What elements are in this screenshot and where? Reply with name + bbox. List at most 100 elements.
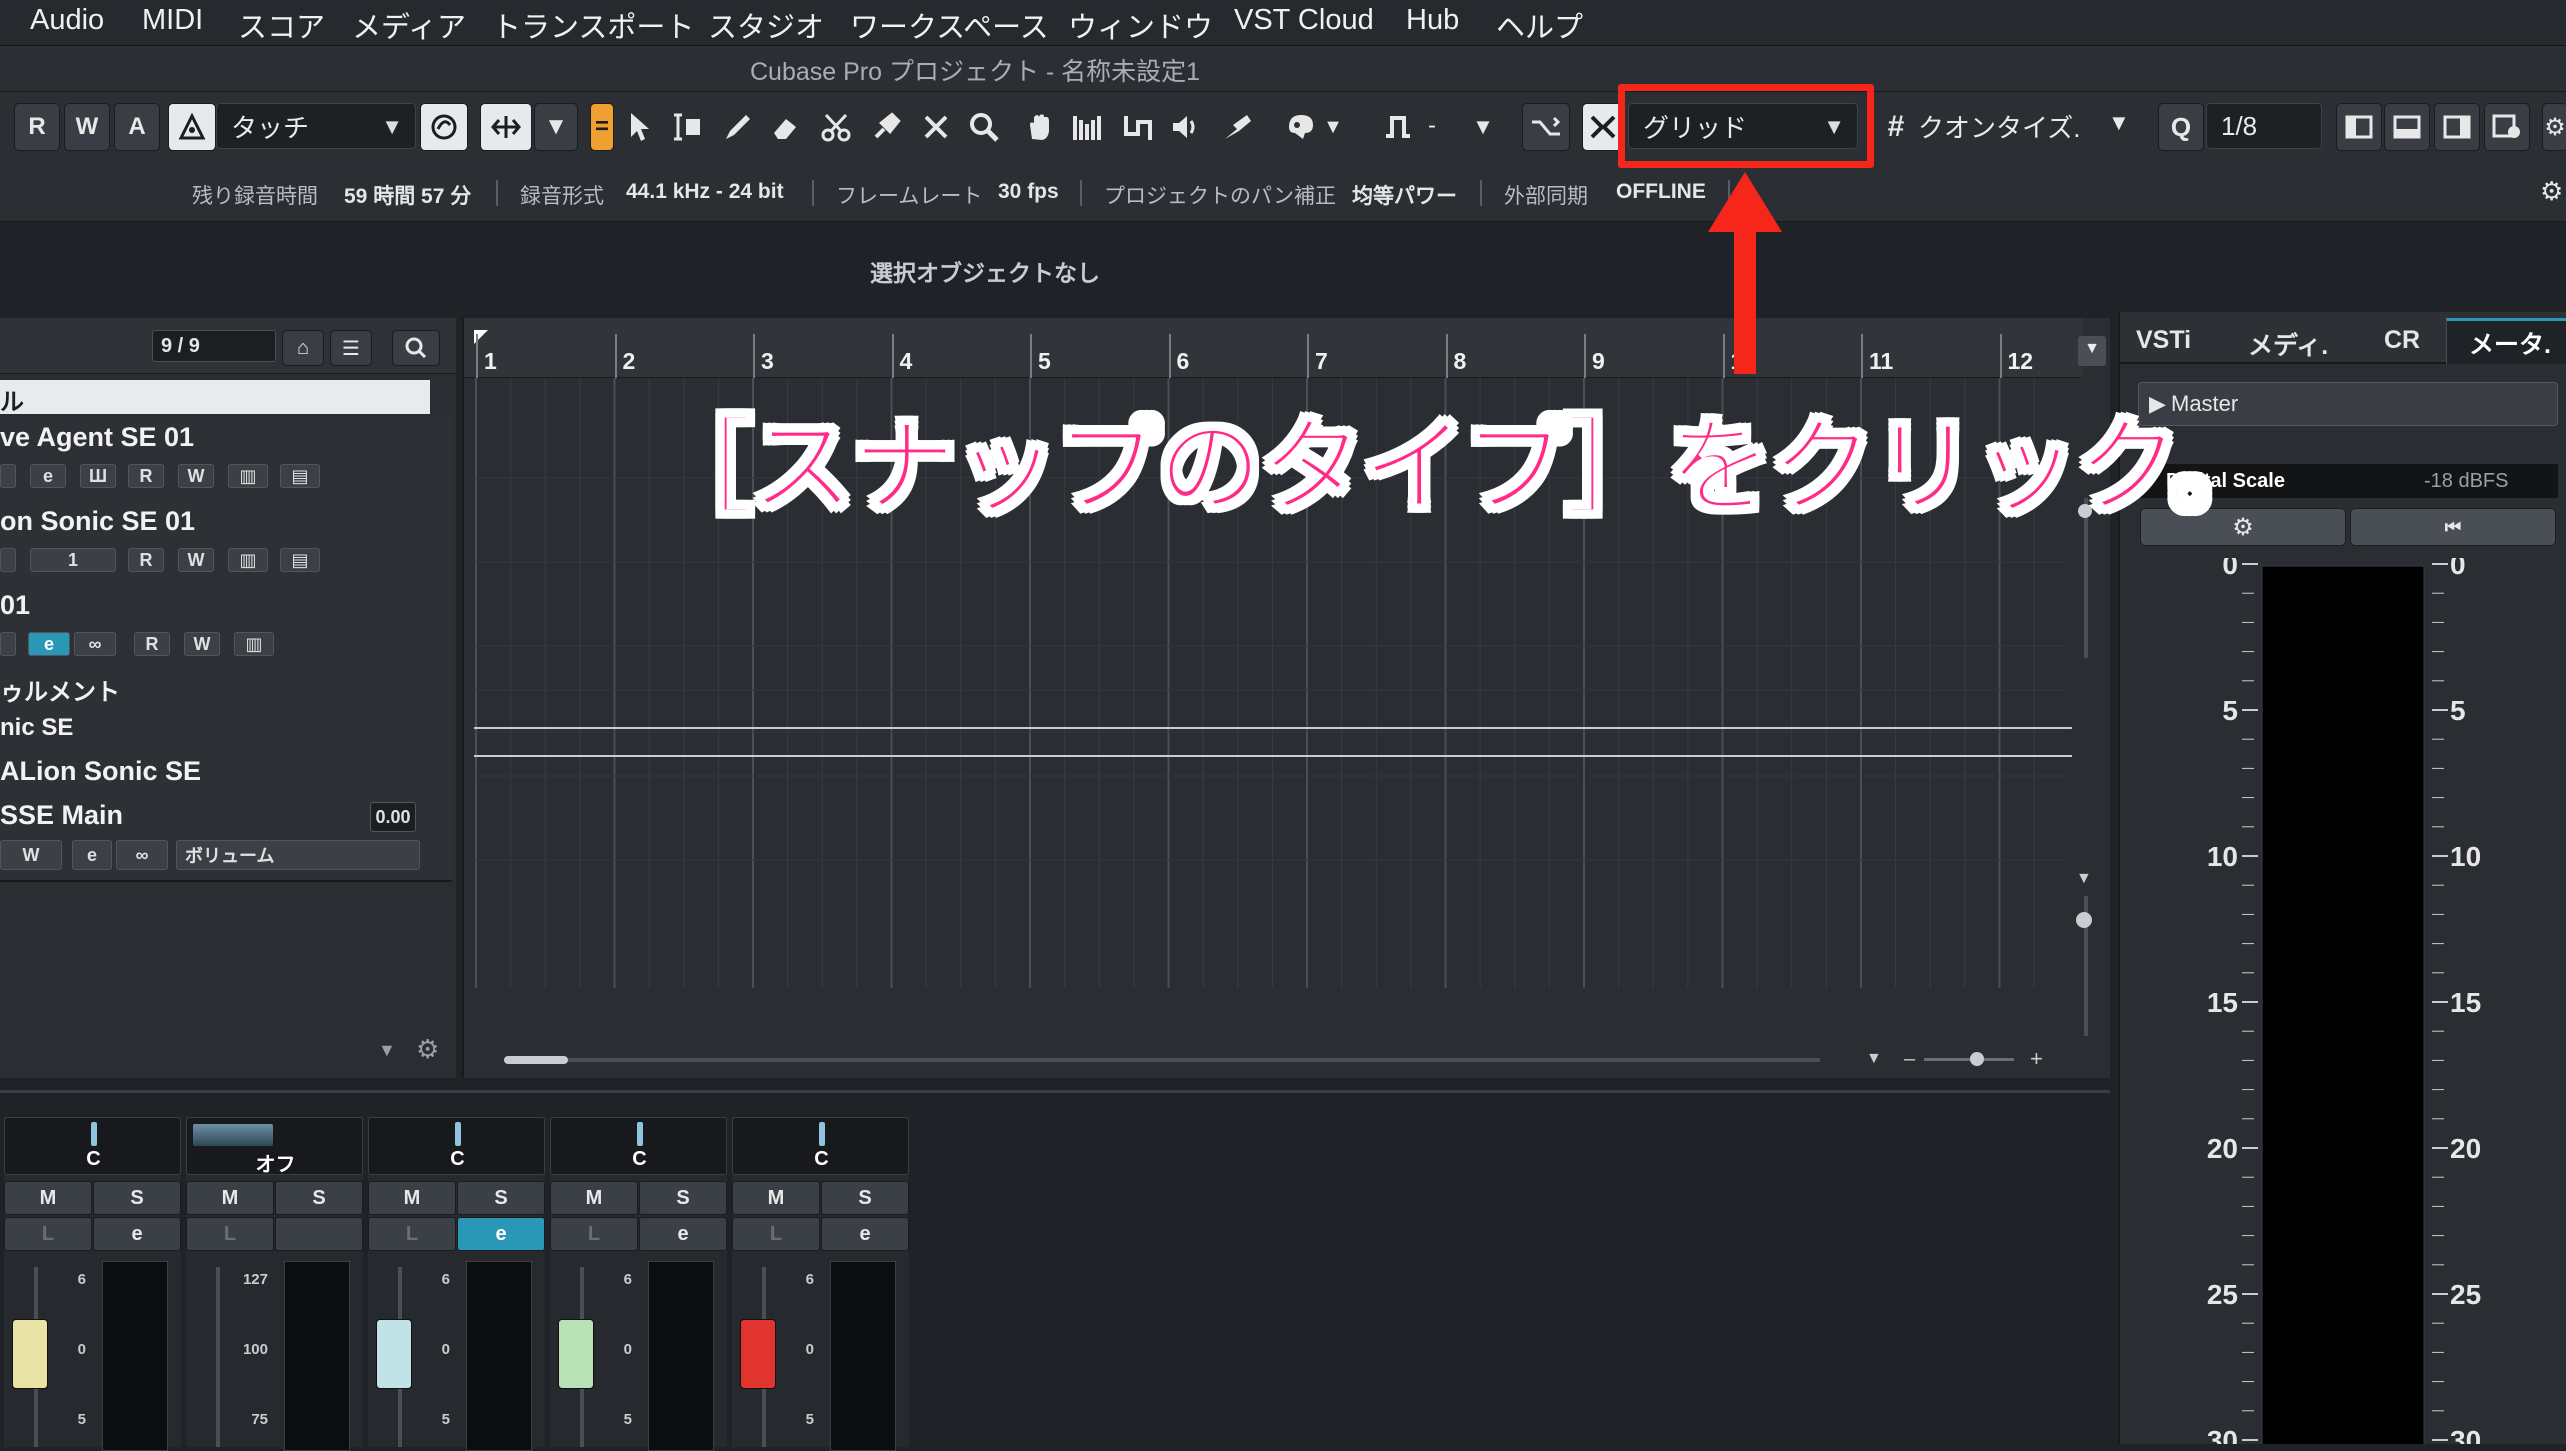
horizontal-zoom-dropdown[interactable]: ▼ [1866,1050,1882,1068]
track-lane-icon[interactable]: Ш [80,464,116,488]
hand-icon[interactable] [1020,105,1060,149]
track-read-button[interactable]: R [128,548,164,572]
channel-solo-button[interactable]: S [639,1181,727,1215]
color-tool-icon[interactable] [1280,105,1320,149]
ruler[interactable]: 123456789101112 [464,318,2082,378]
menu-media[interactable]: メディア [352,4,466,46]
track-name[interactable]: on Sonic SE 01 [0,506,195,537]
vertical-zoom-dropdown[interactable]: ▼ [2076,870,2092,888]
track-name[interactable]: ve Agent SE 01 [0,422,194,453]
quantize-icon[interactable]: Q [2158,103,2204,151]
glue-icon[interactable] [866,105,906,149]
track-mute-button[interactable] [0,548,16,572]
channel-listen-button[interactable]: L [550,1217,638,1251]
track-write-button[interactable]: W [178,464,214,488]
menu-audio[interactable]: Audio [30,4,104,37]
track-edit-icon[interactable]: e [30,464,66,488]
menu-window[interactable]: ウィンドウ [1068,4,1213,46]
channel-pan-control[interactable]: オフ [186,1117,363,1176]
auto-scroll-button[interactable] [1522,103,1570,151]
snap-line-icon[interactable] [1378,105,1418,149]
sync-value[interactable]: OFFLINE [1616,180,1706,204]
vertical-zoom-slider[interactable] [2076,912,2092,928]
channel-mute-button[interactable]: M [732,1181,820,1215]
horizontal-zoom-slider[interactable] [1970,1052,1984,1066]
scissors-icon[interactable] [816,105,856,149]
track-row[interactable]: ALion Sonic SE [0,752,452,798]
track-midi-channel-field[interactable]: 1 [30,548,116,572]
track-list-menu-icon[interactable]: ☰ [330,330,372,366]
read-automation-button[interactable]: R [14,103,60,151]
track-name[interactable]: nic SE [0,714,73,742]
status-settings-gear-icon[interactable]: ⚙ [2540,176,2563,207]
constrain-dropdown-button[interactable]: ▼ [534,103,578,151]
track-row[interactable]: on Sonic SE 01 1 R W ▥ ▤ [0,500,452,586]
settings-gear-icon[interactable]: ⚙ [2542,103,2566,151]
automation-mode-icon[interactable] [168,103,216,151]
channel-mute-button[interactable]: M [186,1181,274,1215]
track-name[interactable]: ALion Sonic SE [0,756,201,787]
left-zone-toggle-icon[interactable] [2336,103,2382,151]
channel-mute-button[interactable]: M [368,1181,456,1215]
channel-solo-button[interactable]: S [821,1181,909,1215]
track-volume-value[interactable]: 0.00 [370,802,416,832]
menu-hub[interactable]: Hub [1406,4,1459,37]
track-name[interactable]: 01 [0,590,30,621]
snap-line-dropdown[interactable]: ▼ [1468,105,1498,149]
object-select-icon[interactable] [620,105,660,149]
channel-pan-control[interactable]: C [550,1117,727,1175]
menu-workspace[interactable]: ワークスペース [850,4,1049,46]
track-row[interactable]: nic SE [0,710,452,754]
channel-fader-handle[interactable] [376,1319,412,1389]
channel-fader-handle[interactable] [740,1319,776,1389]
channel-listen-button[interactable]: L [732,1217,820,1251]
track-row[interactable]: ゥルメント [0,668,452,712]
track-write-button[interactable]: W [0,840,62,870]
track-visibility-icon[interactable]: ⌂ [282,330,324,366]
track-link-icon[interactable]: ∞ [74,632,116,656]
channel-edit-icon[interactable]: e [639,1217,727,1251]
lower-zone-toggle-icon[interactable] [2384,103,2430,151]
range-select-icon[interactable] [668,105,708,149]
right-zone-toggle-icon[interactable] [2434,103,2480,151]
horizontal-scroll-thumb[interactable] [504,1056,568,1064]
automation-mode-dropdown[interactable]: タッチ ▼ [216,103,416,149]
track-note-icon[interactable]: ▤ [280,464,320,488]
ruler-options-dropdown[interactable]: ▼ [2078,336,2106,366]
channel-edit-icon[interactable]: e [93,1217,181,1251]
tab-cr[interactable]: CR [2384,326,2420,355]
channel-edit-icon[interactable]: e [821,1217,909,1251]
zoom-out-icon[interactable]: – [1904,1048,1915,1071]
track-list-scroll-down-icon[interactable]: ▼ [378,1040,396,1061]
track-keyboard-icon[interactable]: ▥ [228,548,268,572]
channel-edit-icon[interactable]: e [457,1217,545,1251]
menu-midi[interactable]: MIDI [142,4,203,37]
mute-tool-icon[interactable] [916,105,956,149]
automation-edit-icon[interactable] [420,103,468,151]
track-row[interactable]: 01 e ∞ R W ▥ [0,584,452,670]
track-read-button[interactable]: R [134,632,170,656]
channel-solo-button[interactable]: S [275,1181,363,1215]
menu-transport[interactable]: トランスポート [492,4,694,46]
channel-solo-button[interactable]: S [93,1181,181,1215]
track-name[interactable]: SSE Main [0,800,123,831]
track-edit-icon[interactable]: e [72,840,112,870]
horizontal-zoom-track[interactable] [1924,1058,2014,1061]
framerate-value[interactable]: 30 fps [998,180,1059,204]
time-warp-icon[interactable] [1068,105,1108,149]
fader-track[interactable] [216,1267,220,1447]
quantize-preset-dropdown[interactable]: クオンタイズ. ▼ [1918,108,2138,148]
menu-help[interactable]: ヘルプ [1496,4,1583,46]
track-name[interactable]: ゥルメント [0,672,120,707]
track-keyboard-icon[interactable]: ▥ [228,464,268,488]
channel-listen-button[interactable]: L [4,1217,92,1251]
tab-meter[interactable]: メータ. [2446,318,2566,364]
menu-studio[interactable]: スタジオ [708,4,824,46]
channel-fader-handle[interactable] [558,1319,594,1389]
channel-listen-button[interactable]: L [368,1217,456,1251]
pencil-icon[interactable] [718,105,758,149]
track-read-button[interactable]: R [128,464,164,488]
track-link-icon[interactable]: ∞ [116,840,168,870]
eraser-icon[interactable] [766,105,806,149]
channel-listen-button[interactable]: L [186,1217,274,1251]
